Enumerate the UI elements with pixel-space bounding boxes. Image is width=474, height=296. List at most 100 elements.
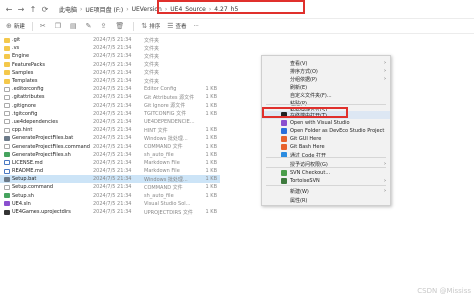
- file-row[interactable]: LICENSE.md 2024/7/5 21:34 Markdown File 1 K…: [0, 159, 220, 167]
- file-row[interactable]: .tgitconfig 2024/7/5 21:34 TGITCONFIG 文件 1 …: [0, 110, 220, 118]
- file-name: .ue4dependencies: [12, 118, 58, 125]
- menu-item[interactable]: Git GUI Here: [262, 135, 390, 143]
- file-row[interactable]: Samples 2024/7/5 21:34 文件夹: [0, 69, 220, 77]
- menu-item[interactable]: Git Bash Here: [262, 143, 390, 151]
- file-icon: [4, 119, 10, 125]
- md-icon: [4, 160, 10, 166]
- menu-item[interactable]: 新建(W) ›: [262, 187, 390, 195]
- file-row[interactable]: Engine 2024/7/5 21:34 文件夹: [0, 52, 220, 60]
- rename-button[interactable]: ✎: [86, 22, 94, 30]
- sln-icon: [4, 201, 10, 207]
- copy-button[interactable]: ❐: [55, 22, 63, 30]
- forward-icon[interactable]: →: [16, 3, 26, 15]
- file-row[interactable]: GenerateProjectFiles.sh 2024/7/5 21:34 sh_…: [0, 151, 220, 159]
- menu-item[interactable]: TortoiseSVN ›: [262, 177, 390, 185]
- file-size: 1 KB: [205, 143, 217, 150]
- file-name: .gitattributes: [12, 94, 45, 101]
- menu-item-label: Open Folder as DevEco Studio Project: [290, 128, 385, 134]
- menu-item[interactable]: 排序方式(O) ›: [262, 67, 390, 75]
- file-row[interactable]: .vs 2024/7/5 21:34 文件夹: [0, 44, 220, 52]
- file-row[interactable]: Setup.sh 2024/7/5 21:34 sh_auto_file 1 KB: [0, 192, 220, 200]
- file-date: 2024/7/5 21:34: [93, 143, 132, 150]
- file-icon: [4, 94, 10, 100]
- view-button[interactable]: ☰ 查看: [167, 22, 186, 30]
- file-name: FeaturePacks: [12, 61, 45, 68]
- menu-item[interactable]: 查看(V) ›: [262, 59, 390, 67]
- git-gui-icon: [281, 136, 287, 142]
- file-type: sh_auto_file: [144, 151, 174, 158]
- file-row[interactable]: README.md 2024/7/5 21:34 Markdown File 1 KB: [0, 167, 220, 175]
- file-row[interactable]: GenerateProjectFiles.bat 2024/7/5 21:34 Wi…: [0, 134, 220, 142]
- file-date: 2024/7/5 21:34: [93, 110, 132, 117]
- file-row[interactable]: cpp.hint 2024/7/5 21:34 HINT 文件 1 KB: [0, 126, 220, 134]
- file-date: 2024/7/5 21:34: [93, 102, 132, 109]
- file-date: 2024/7/5 21:34: [93, 176, 132, 183]
- back-icon[interactable]: ←: [4, 3, 14, 15]
- menu-item-label: 自定义文件夹(F)...: [290, 92, 332, 99]
- toolbar-divider: [133, 21, 135, 31]
- folder-icon: [4, 62, 10, 68]
- menu-item[interactable]: Open with Visual Studio: [262, 119, 390, 127]
- file-type: HINT 文件: [144, 127, 168, 134]
- menu-item[interactable]: 刷新(E): [262, 83, 390, 91]
- file-name-cell: UE4.sln: [4, 201, 90, 207]
- menu-item-label: 分组依据(P): [290, 76, 317, 83]
- file-row[interactable]: .gitattributes 2024/7/5 21:34 Git Attribut…: [0, 93, 220, 101]
- up-icon[interactable]: ↑: [28, 3, 38, 15]
- more-button[interactable]: ···: [194, 23, 199, 29]
- file-type: TGITCONFIG 文件: [144, 111, 187, 118]
- menu-item[interactable]: Open Folder as DevEco Studio Project: [262, 127, 390, 135]
- file-row[interactable]: Templates 2024/7/5 21:34 文件夹: [0, 77, 220, 85]
- delete-button[interactable]: 🗑: [115, 22, 126, 30]
- file-row[interactable]: Setup.command 2024/7/5 21:34 COMMAND 文件 1 K…: [0, 183, 220, 191]
- file-size: 1 KB: [205, 110, 217, 117]
- file-icon: [4, 103, 10, 109]
- menu-item-label: SVN Checkout...: [290, 170, 331, 176]
- deveco-icon: [281, 128, 287, 134]
- file-row[interactable]: UE4.sln 2024/7/5 21:34 Visual Studio Sol..…: [0, 200, 220, 208]
- file-icon: [4, 111, 10, 117]
- folder-icon: [4, 70, 10, 76]
- bat-icon: [4, 135, 10, 141]
- menu-item[interactable]: SVN Checkout...: [262, 169, 390, 177]
- file-row[interactable]: FeaturePacks 2024/7/5 21:34 文件夹: [0, 61, 220, 69]
- folder-icon: [4, 78, 10, 84]
- refresh-icon[interactable]: ⟳: [40, 3, 50, 15]
- menu-item-label: Git GUI Here: [290, 136, 322, 142]
- file-row[interactable]: Setup.bat 2024/7/5 21:34 Windows 批处理... 1 K…: [0, 175, 220, 184]
- paste-button[interactable]: ▤: [70, 22, 79, 30]
- menu-item[interactable]: 自定义文件夹(F)...: [262, 91, 390, 99]
- new-button[interactable]: ⊕ 新建: [6, 22, 25, 30]
- file-name-cell: Samples: [4, 70, 90, 76]
- menu-item[interactable]: 属性(R): [262, 196, 390, 204]
- file-name-cell: .editorconfig: [4, 86, 90, 92]
- file-name-cell: UE4Games.uprojectdirs: [4, 209, 90, 215]
- file-row[interactable]: .gitignore 2024/7/5 21:34 Git Ignore 源文件 1 …: [0, 102, 220, 110]
- sort-button[interactable]: ⇅ 排序: [141, 22, 160, 30]
- file-name: GenerateProjectFiles.sh: [12, 151, 71, 158]
- breadcrumb-this-pc[interactable]: 此电脑: [56, 5, 80, 14]
- file-size: 1 KB: [205, 127, 217, 134]
- rename-icon: ✎: [85, 22, 92, 30]
- file-name: .gitignore: [12, 102, 36, 109]
- file-row[interactable]: UE4Games.uprojectdirs 2024/7/5 21:34 UPROJ…: [0, 208, 220, 216]
- menu-item-label: Git Bash Here: [290, 144, 325, 150]
- file-row[interactable]: GenerateProjectFiles.command 2024/7/5 21:…: [0, 142, 220, 150]
- sh-icon: [4, 193, 10, 199]
- menu-item[interactable]: 分组依据(P) ›: [262, 75, 390, 83]
- file-name-cell: .gitignore: [4, 103, 90, 109]
- breadcrumb-drive[interactable]: UE项目盘 (F:): [82, 5, 126, 14]
- context-menu: 查看(V)›排序方式(O)›分组依据(P)›刷新(E)自定义文件夹(F)...粘…: [261, 55, 391, 206]
- file-row[interactable]: .ue4dependencies 2024/7/5 21:34 UE4DEPENDE…: [0, 118, 220, 126]
- file-name-cell: FeaturePacks: [4, 62, 90, 68]
- cut-button[interactable]: ✂: [40, 22, 48, 30]
- file-type: sh_auto_file: [144, 192, 174, 199]
- md-icon: [4, 168, 10, 174]
- file-date: 2024/7/5 21:34: [93, 69, 132, 76]
- share-button[interactable]: ⇪: [101, 22, 109, 30]
- file-name: GenerateProjectFiles.command: [12, 143, 90, 150]
- file-size: 1 KB: [205, 168, 217, 175]
- file-row[interactable]: .editorconfig 2024/7/5 21:34 Editor Config…: [0, 85, 220, 93]
- file-row[interactable]: .git 2024/7/5 21:34 文件夹: [0, 36, 220, 44]
- file-name: .editorconfig: [12, 86, 44, 93]
